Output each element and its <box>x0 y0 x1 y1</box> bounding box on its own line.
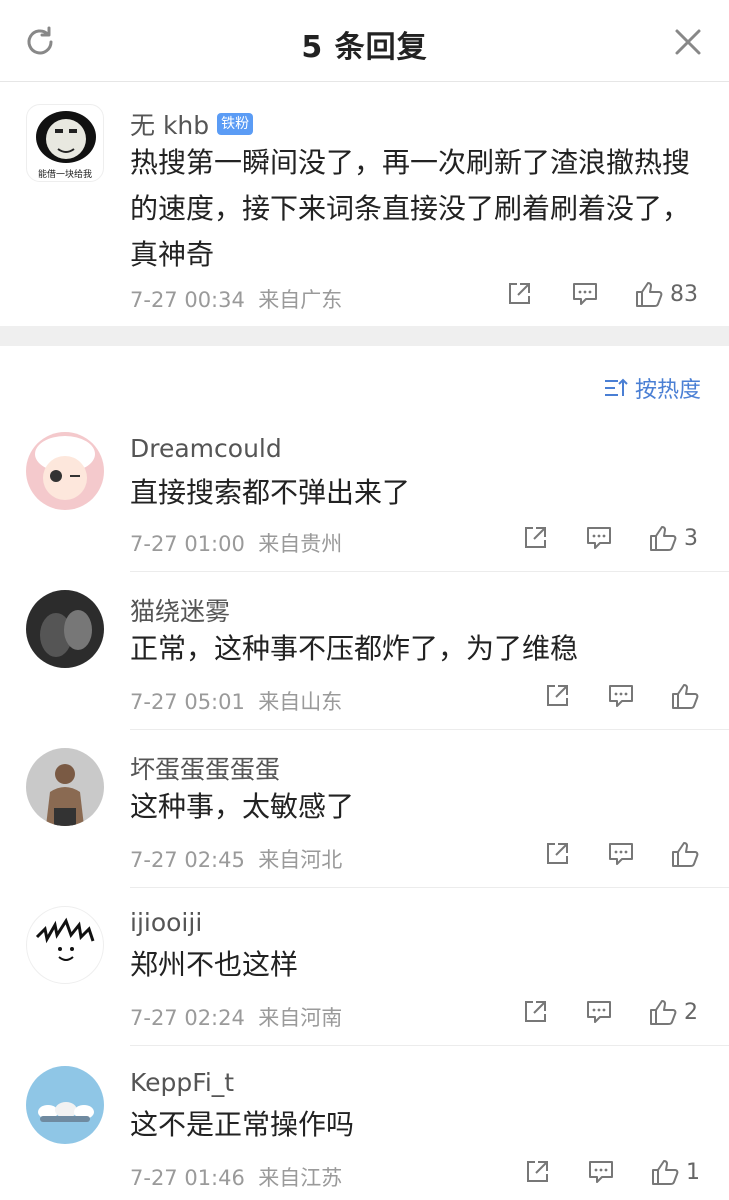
comment-icon[interactable] <box>586 1159 616 1185</box>
avatar[interactable] <box>26 432 104 510</box>
comment-location: 来自山东 <box>258 690 343 714</box>
avatar[interactable] <box>26 1066 104 1144</box>
avatar-caption: 能借一块给我 <box>37 170 92 180</box>
avatar[interactable]: 能借一块给我 <box>26 104 104 182</box>
like-count: 83 <box>670 281 698 307</box>
comment-actions: 83 <box>504 280 698 308</box>
avatar[interactable] <box>26 748 104 826</box>
share-icon[interactable] <box>504 281 534 307</box>
like-button[interactable]: 2 <box>648 998 698 1026</box>
like-icon <box>650 1000 677 1025</box>
share-icon[interactable] <box>520 999 550 1025</box>
avatar[interactable] <box>26 590 104 668</box>
comment-time: 7-27 00:34 <box>130 288 245 312</box>
reply-item: KeppFi_t 这不是正常操作吗 7-27 01:46 来自江苏 1 <box>0 1046 729 1200</box>
comment-location: 来自江苏 <box>258 1166 343 1190</box>
share-icon[interactable] <box>542 683 572 709</box>
comment-location: 来自贵州 <box>258 532 343 556</box>
comment-actions: 2 <box>520 998 698 1026</box>
section-divider <box>0 326 729 346</box>
like-count: 1 <box>686 1159 700 1185</box>
comment-meta: 7-27 02:24 来自河南 <box>130 1002 342 1032</box>
like-icon <box>672 684 699 709</box>
sort-icon <box>604 378 628 396</box>
comment-icon[interactable] <box>584 999 614 1025</box>
comment-meta: 7-27 01:00 来自贵州 <box>130 528 342 558</box>
comment-meta: 7-27 00:34 来自广东 <box>130 284 342 314</box>
username[interactable]: Dreamcould <box>130 434 282 463</box>
like-icon <box>636 282 663 307</box>
share-icon[interactable] <box>522 1159 552 1185</box>
like-icon <box>672 842 699 867</box>
header-bar: 5 条回复 <box>0 0 729 82</box>
reply-item: Dreamcould 直接搜索都不弹出来了 7-27 01:00 来自贵州 3 <box>0 420 729 572</box>
comment-icon[interactable] <box>606 683 636 709</box>
comment-text: 这种事，太敏感了 <box>130 790 355 823</box>
comment-icon[interactable] <box>606 841 636 867</box>
comment-location: 来自广东 <box>258 288 343 312</box>
username-text: 无 khb <box>130 111 210 140</box>
username[interactable]: ijiooiji <box>130 908 202 937</box>
comment-text: 郑州不也这样 <box>130 948 299 981</box>
comment-icon[interactable] <box>584 525 614 551</box>
fan-badge: 铁粉 <box>217 113 254 135</box>
comment-time: 7-27 02:24 <box>130 1006 245 1030</box>
comment-text: 直接搜索都不弹出来了 <box>130 476 411 509</box>
comment-text: 正常，这种事不压都炸了，为了维稳 <box>130 632 579 665</box>
like-icon <box>652 1160 679 1185</box>
like-icon <box>650 526 677 551</box>
comment-actions: 3 <box>520 524 698 552</box>
sort-label: 按热度 <box>634 378 701 403</box>
root-comment: 能借一块给我 无 khb 铁粉 热搜第一瞬间没了，再一次刷新了渣浪撤热搜的速度，… <box>0 82 729 326</box>
comment-text: 这不是正常操作吗 <box>130 1108 355 1141</box>
comment-time: 7-27 01:46 <box>130 1166 245 1190</box>
comment-text: 热搜第一瞬间没了，再一次刷新了渣浪撤热搜的速度，接下来词条直接没了刷着刷着没了，… <box>130 146 691 271</box>
like-button[interactable]: 1 <box>650 1158 700 1186</box>
like-count: 2 <box>684 999 698 1025</box>
comment-time: 7-27 01:00 <box>130 532 245 556</box>
share-icon[interactable] <box>520 525 550 551</box>
username[interactable]: KeppFi_t <box>130 1068 234 1097</box>
comment-time: 7-27 05:01 <box>130 690 245 714</box>
comment-meta: 7-27 01:46 来自江苏 <box>130 1162 342 1192</box>
username[interactable]: 无 khb 铁粉 <box>130 106 254 142</box>
comment-meta: 7-27 05:01 来自山东 <box>130 686 342 716</box>
page-title: 5 条回复 <box>301 30 428 65</box>
comment-time: 7-27 02:45 <box>130 848 245 872</box>
comment-meta: 7-27 02:45 来自河北 <box>130 844 342 874</box>
comment-location: 来自河北 <box>258 848 343 872</box>
avatar[interactable] <box>26 906 104 984</box>
comment-actions: 1 <box>522 1158 700 1186</box>
username[interactable]: 坏蛋蛋蛋蛋蛋 <box>130 750 280 786</box>
reply-item: 坏蛋蛋蛋蛋蛋 这种事，太敏感了 7-27 02:45 来自河北 <box>0 730 729 888</box>
like-button[interactable]: 3 <box>648 524 698 552</box>
close-icon[interactable] <box>668 22 708 62</box>
reply-item: ijiooiji 郑州不也这样 7-27 02:24 来自河南 2 <box>0 888 729 1046</box>
reply-item: 猫绕迷雾 正常，这种事不压都炸了，为了维稳 7-27 05:01 来自山东 <box>0 572 729 730</box>
share-icon[interactable] <box>542 841 572 867</box>
comment-actions <box>542 840 706 868</box>
like-button[interactable] <box>670 682 706 710</box>
like-count: 3 <box>684 525 698 551</box>
sort-button[interactable]: 按热度 <box>603 372 701 404</box>
comment-actions <box>542 682 706 710</box>
like-button[interactable] <box>670 840 706 868</box>
username[interactable]: 猫绕迷雾 <box>130 592 230 628</box>
comment-location: 来自河南 <box>258 1006 343 1030</box>
like-button[interactable]: 83 <box>634 280 698 308</box>
comment-icon[interactable] <box>570 281 600 307</box>
